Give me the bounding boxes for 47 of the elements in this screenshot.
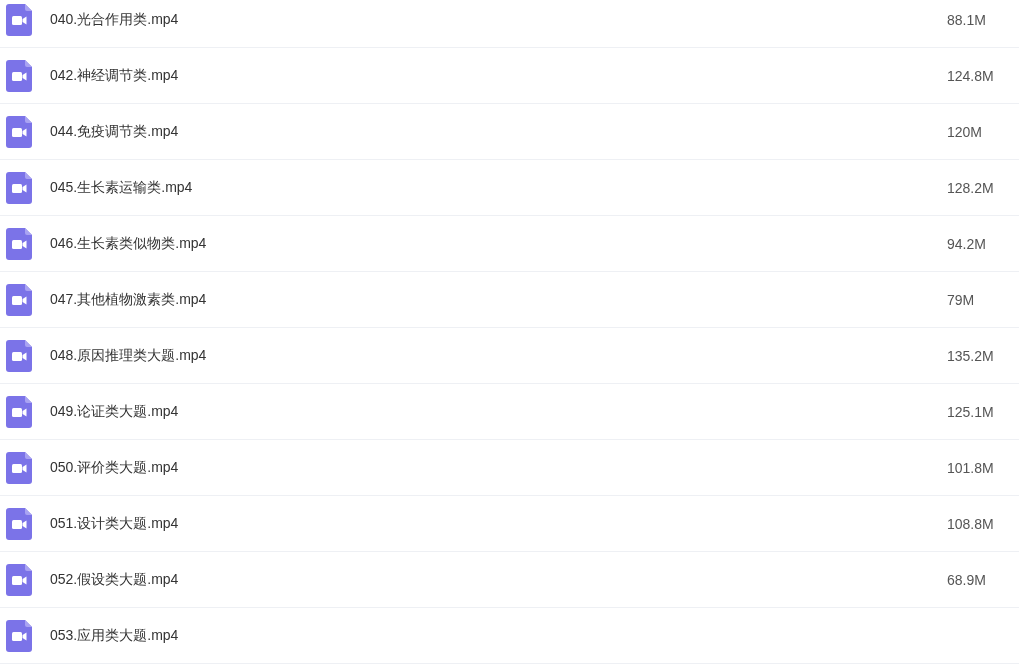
- file-row[interactable]: 040.光合作用类.mp4 88.1M: [0, 0, 1019, 48]
- video-file-icon: [6, 227, 32, 260]
- file-name: 047.其他植物激素类.mp4: [50, 290, 208, 309]
- video-file-icon: [6, 171, 32, 204]
- file-row[interactable]: 048.原因推理类大题.mp4 135.2M: [0, 328, 1019, 384]
- video-file-icon: [6, 59, 32, 92]
- file-name: 044.免疫调节类.mp4: [50, 122, 180, 141]
- file-size: 124.8M: [947, 67, 995, 84]
- file-row[interactable]: 047.其他植物激素类.mp4 79M: [0, 272, 1019, 328]
- video-file-icon: [6, 3, 32, 36]
- file-size: 135.2M: [947, 347, 995, 364]
- file-row[interactable]: 046.生长素类似物类.mp4 94.2M: [0, 216, 1019, 272]
- video-file-icon: [6, 339, 32, 372]
- file-name: 045.生长素运输类.mp4: [50, 178, 194, 197]
- file-size: 120M: [947, 123, 984, 140]
- file-name: 040.光合作用类.mp4: [50, 10, 180, 29]
- video-file-icon: [6, 619, 32, 652]
- file-name: 050.评价类大题.mp4: [50, 458, 180, 477]
- file-size: 108.8M: [947, 515, 995, 532]
- file-name: 052.假设类大题.mp4: [50, 570, 180, 589]
- file-name: 051.设计类大题.mp4: [50, 514, 180, 533]
- video-file-icon: [6, 283, 32, 316]
- file-size: 88.1M: [947, 11, 987, 28]
- file-size: 101.8M: [947, 459, 995, 476]
- video-file-icon: [6, 507, 32, 540]
- file-row[interactable]: 045.生长素运输类.mp4 128.2M: [0, 160, 1019, 216]
- video-file-icon: [6, 395, 32, 428]
- video-file-icon: [6, 115, 32, 148]
- file-name: 049.论证类大题.mp4: [50, 402, 180, 421]
- file-row[interactable]: 052.假设类大题.mp4 68.9M: [0, 552, 1019, 608]
- file-row[interactable]: 044.免疫调节类.mp4 120M: [0, 104, 1019, 160]
- file-row[interactable]: 049.论证类大题.mp4 125.1M: [0, 384, 1019, 440]
- file-name: 046.生长素类似物类.mp4: [50, 234, 208, 253]
- video-file-icon: [6, 451, 32, 484]
- file-row[interactable]: 050.评价类大题.mp4 101.8M: [0, 440, 1019, 496]
- file-name: 053.应用类大题.mp4: [50, 626, 180, 645]
- file-row[interactable]: 051.设计类大题.mp4 108.8M: [0, 496, 1019, 552]
- file-name: 042.神经调节类.mp4: [50, 66, 180, 85]
- file-name: 048.原因推理类大题.mp4: [50, 346, 208, 365]
- file-size: 128.2M: [947, 179, 995, 196]
- video-file-icon: [6, 563, 32, 596]
- file-size: 68.9M: [947, 571, 987, 588]
- file-row[interactable]: 053.应用类大题.mp4: [0, 608, 1019, 664]
- file-row[interactable]: 042.神经调节类.mp4 124.8M: [0, 48, 1019, 104]
- file-size: 79M: [947, 291, 976, 308]
- file-size: 125.1M: [947, 403, 995, 420]
- file-size: 94.2M: [947, 235, 987, 252]
